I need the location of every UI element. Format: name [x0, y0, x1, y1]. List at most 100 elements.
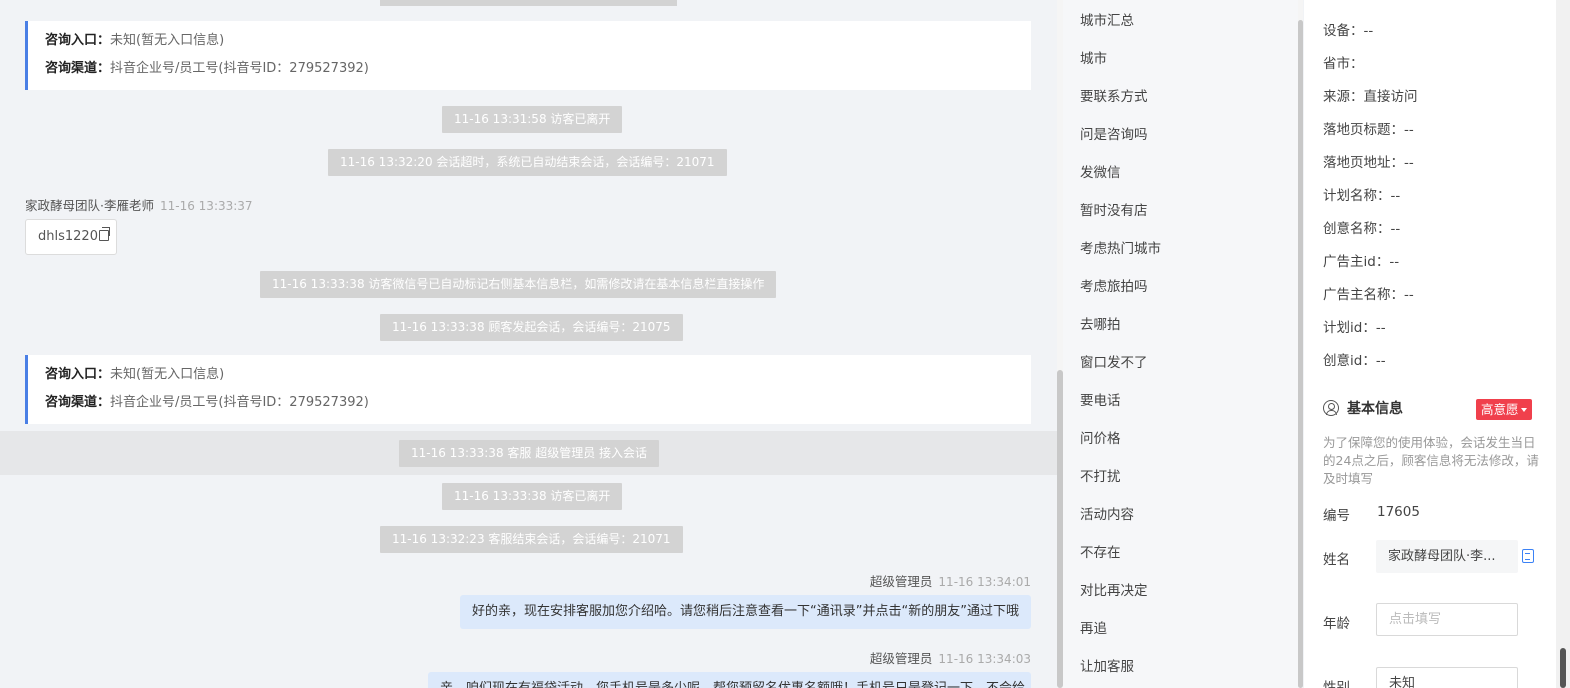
quick-reply-tag[interactable]: 不存在 [1080, 541, 1121, 561]
consult-channel-row: 咨询渠道：抖音企业号/员工号(抖音号ID：279527392) [45, 58, 1031, 86]
source-info-label: 计划名称： [1323, 188, 1391, 204]
quick-reply-tag[interactable]: 去哪拍 [1080, 313, 1121, 333]
quick-reply-tag[interactable]: 发微信 [1080, 161, 1121, 181]
quick-reply-tag[interactable]: 考虑旅拍吗 [1080, 275, 1148, 295]
source-info-row: 落地页标题：-- [1323, 118, 1414, 138]
chat-panel: 咨询入口：未知(暂无入口信息) 咨询渠道：抖音企业号/员工号(抖音号ID：279… [0, 0, 1057, 688]
source-info-label: 落地页标题： [1323, 122, 1404, 138]
consult-channel-label: 咨询渠道： [45, 61, 111, 76]
agent-message-bubble: 好的亲，现在安排客服加您介绍哈。请您稍后注意查看一下“通讯录”并点击“新的朋友”… [460, 595, 1031, 629]
wechat-id-message[interactable]: dhls1220 [25, 219, 117, 255]
source-info-value: -- [1375, 320, 1386, 336]
consult-entry-label: 咨询入口： [45, 367, 111, 382]
wechat-id-text: dhls1220 [38, 229, 98, 244]
system-message: 11-16 13:33:38 访客已离开 [442, 483, 623, 510]
source-info-row: 计划id：-- [1323, 316, 1386, 336]
copy-icon[interactable] [1522, 549, 1534, 563]
source-info-value: -- [1404, 155, 1414, 171]
age-label: 年龄 [1323, 616, 1350, 632]
age-input[interactable] [1376, 603, 1518, 636]
name-label: 姓名 [1323, 552, 1350, 568]
source-info-value: -- [1390, 188, 1401, 204]
source-info-label: 计划id： [1323, 320, 1376, 336]
gender-select[interactable]: 未知 [1376, 667, 1518, 688]
customer-info-panel: 设备：-- 省市： 来源：直接访问 落地页标题：-- 落地页地址：-- 计划名称：-- 创意… [1304, 0, 1556, 688]
quick-reply-tag[interactable]: 让加客服 [1080, 655, 1134, 675]
info-scrollbar-thumb[interactable] [1560, 648, 1566, 688]
source-info-value: -- [1375, 353, 1386, 369]
copy-icon[interactable] [98, 227, 110, 241]
source-info-row: 创意id：-- [1323, 349, 1386, 369]
quick-reply-tag[interactable]: 不打扰 [1080, 465, 1121, 485]
message-time: 11-16 13:34:01 [938, 575, 1031, 589]
source-info-label: 落地页地址： [1323, 155, 1404, 171]
basic-info-title: 基本信息 [1323, 398, 1403, 420]
source-info-row: 设备：-- [1323, 19, 1373, 39]
quick-reply-tag[interactable]: 再追 [1080, 617, 1107, 637]
source-info-row: 创意名称：-- [1323, 217, 1400, 237]
quick-reply-tags: 城市汇总城市要联系方式问是咨询吗发微信暂时没有店考虑热门城市 考虑旅拍吗去哪拍窗口… [1063, 0, 1298, 688]
source-info-label: 省市： [1323, 56, 1364, 72]
id-label: 编号 [1323, 508, 1350, 524]
agent-name: 超级管理员 [869, 574, 933, 589]
system-message: 11-16 13:31:58 访客已离开 [442, 106, 623, 133]
source-info-value: -- [1390, 221, 1401, 237]
visitor-header: 家政酵母团队·李雁老师 11-16 13:33:37 [25, 195, 253, 214]
system-message: 11-16 13:33:38 客服 超级管理员 接入会话 [399, 440, 660, 467]
tags-scrollbar[interactable] [1298, 0, 1303, 688]
quick-reply-tag[interactable]: 活动内容 [1080, 503, 1134, 523]
system-message: 11-16 13:33:38 访客微信号已自动标记右侧基本信息栏，如需修改请在基… [260, 271, 777, 298]
quick-reply-tag[interactable]: 对比再决定 [1080, 579, 1148, 599]
consult-channel-value: 抖音企业号/员工号(抖音号ID：279527392) [110, 61, 369, 76]
gender-label: 性别 [1323, 680, 1350, 688]
intent-badge-label: 高意愿 [1481, 402, 1519, 417]
agent-name: 超级管理员 [869, 651, 933, 666]
source-info-label: 设备： [1323, 23, 1364, 39]
intent-badge[interactable]: 高意愿 [1476, 399, 1532, 420]
consult-entry-row: 咨询入口：未知(暂无入口信息) [45, 30, 1031, 58]
basic-info-title-text: 基本信息 [1347, 401, 1403, 417]
system-message: 11-16 13:33:38 顾客发起会话，会话编号：21075 [380, 314, 683, 341]
system-message-partial [380, 0, 677, 6]
agent-header: 超级管理员 11-16 13:34:01 [870, 571, 1031, 590]
source-info-row: 广告主名称：-- [1323, 283, 1414, 303]
source-info-label: 创意名称： [1323, 221, 1391, 237]
consult-info-card: 咨询入口：未知(暂无入口信息) 咨询渠道：抖音企业号/员工号(抖音号ID：279… [25, 355, 1031, 424]
quick-reply-tag[interactable]: 城市 [1080, 47, 1107, 67]
source-info-label: 广告主名称： [1323, 287, 1404, 303]
consult-channel-value: 抖音企业号/员工号(抖音号ID：279527392) [110, 395, 369, 410]
quick-reply-tag[interactable]: 考虑热门城市 [1080, 237, 1161, 257]
source-info-row: 来源：直接访问 [1323, 85, 1418, 105]
quick-reply-tag[interactable]: 问是咨询吗 [1080, 123, 1148, 143]
quick-reply-tag[interactable]: 城市汇总 [1080, 9, 1134, 29]
name-field[interactable]: 家政酵母团队·李... [1376, 540, 1518, 573]
source-info-value: -- [1389, 254, 1400, 270]
agent-header: 超级管理员 11-16 13:34:03 [870, 648, 1031, 667]
caret-down-icon [1520, 408, 1527, 412]
source-info-label: 来源： [1323, 89, 1364, 105]
user-circle-icon [1323, 400, 1339, 416]
system-message: 11-16 13:32:23 客服结束会话，会话编号：21071 [380, 526, 683, 553]
source-info-row: 广告主id：-- [1323, 250, 1399, 270]
consult-entry-label: 咨询入口： [45, 33, 111, 48]
quick-reply-tag[interactable]: 问价格 [1080, 427, 1121, 447]
edit-notice: 为了保障您的使用体验，会话发生当日的24点之后，顾客信息将无法修改，请及时填写 [1323, 435, 1539, 486]
quick-reply-tag[interactable]: 暂时没有店 [1080, 199, 1148, 219]
source-info-value: -- [1404, 287, 1414, 303]
info-scrollbar[interactable] [1556, 0, 1570, 688]
quick-reply-tag[interactable]: 要联系方式 [1080, 85, 1148, 105]
source-info-row: 省市： [1323, 52, 1364, 72]
consult-channel-row: 咨询渠道：抖音企业号/员工号(抖音号ID：279527392) [45, 392, 1031, 420]
source-info-value: 直接访问 [1363, 89, 1418, 105]
id-value: 17605 [1377, 504, 1420, 520]
quick-reply-tag[interactable]: 窗口发不了 [1080, 351, 1148, 371]
consult-channel-label: 咨询渠道： [45, 395, 111, 410]
quick-reply-tag[interactable]: 要电话 [1080, 389, 1121, 409]
source-info-row: 计划名称：-- [1323, 184, 1400, 204]
visitor-name: 家政酵母团队·李雁老师 [25, 198, 154, 213]
tags-scrollbar-thumb[interactable] [1298, 20, 1303, 688]
consult-info-card: 咨询入口：未知(暂无入口信息) 咨询渠道：抖音企业号/员工号(抖音号ID：279… [25, 21, 1031, 90]
source-info-label: 广告主id： [1323, 254, 1390, 270]
consult-entry-value: 未知(暂无入口信息) [110, 367, 225, 382]
source-info-label: 创意id： [1323, 353, 1376, 369]
